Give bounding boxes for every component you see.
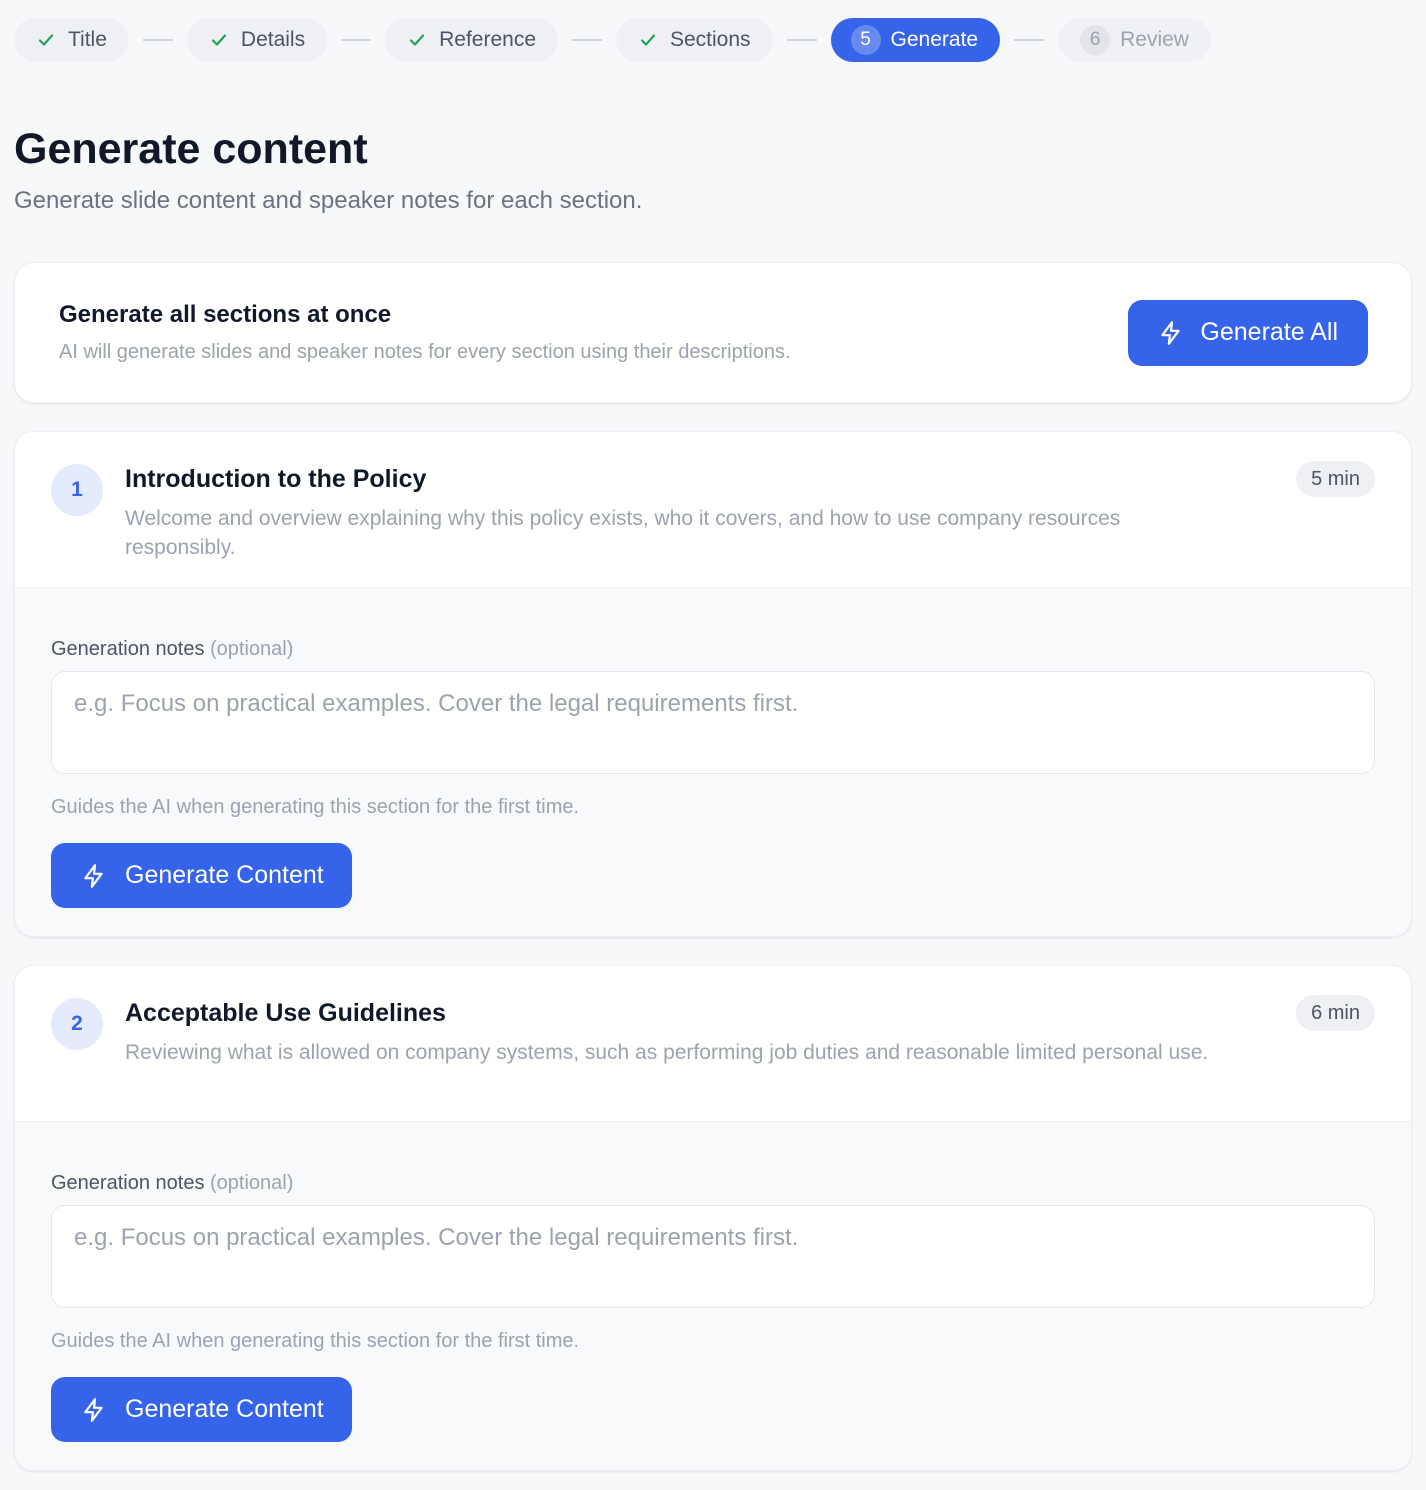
page-subtitle: Generate slide content and speaker notes… xyxy=(14,187,643,215)
step-separator xyxy=(572,39,602,41)
generate-all-card: Generate all sections at once AI will ge… xyxy=(14,262,1412,404)
notes-optional: (optional) xyxy=(210,1172,294,1195)
step-number: 6 xyxy=(1080,25,1111,55)
notes-label-text: Generation notes xyxy=(51,638,205,661)
step-separator xyxy=(1014,39,1045,41)
notes-optional: (optional) xyxy=(210,638,294,661)
generate-all-description: AI will generate slides and speaker note… xyxy=(59,341,791,364)
lightning-bolt-icon xyxy=(1161,320,1181,345)
generation-notes-input[interactable] xyxy=(51,671,1375,775)
section-card: 1 Introduction to the Policy Welcome and… xyxy=(14,431,1412,938)
step-title[interactable]: Title xyxy=(14,18,129,62)
section-title: Introduction to the Policy xyxy=(125,465,427,494)
notes-help-text: Guides the AI when generating this secti… xyxy=(51,796,580,819)
notes-help-text: Guides the AI when generating this secti… xyxy=(51,1330,580,1353)
lightning-bolt-icon xyxy=(84,1397,103,1422)
step-label: Review xyxy=(1120,28,1189,51)
generate-all-text: Generate all sections at once AI will ge… xyxy=(59,301,791,364)
step-review[interactable]: 6 Review xyxy=(1058,18,1211,62)
section-description: Welcome and overview explaining why this… xyxy=(125,507,1121,560)
notes-label: Generation notes (optional) xyxy=(51,638,1375,661)
step-separator xyxy=(341,39,372,41)
step-separator xyxy=(142,39,173,41)
step-reference[interactable]: Reference xyxy=(385,18,558,62)
section-text: Introduction to the Policy Welcome and o… xyxy=(125,462,1235,587)
generate-all-title: Generate all sections at once xyxy=(59,301,392,329)
notes-label-text: Generation notes xyxy=(51,1172,205,1195)
duration-badge: 5 min xyxy=(1296,461,1375,498)
step-separator xyxy=(786,39,817,41)
step-label: Sections xyxy=(670,28,751,51)
step-generate[interactable]: 5 Generate xyxy=(830,18,1001,62)
section-body: Generation notes (optional) Guides the A… xyxy=(15,1122,1411,1471)
step-label: Reference xyxy=(439,28,536,51)
section-description: Reviewing what is allowed on company sys… xyxy=(125,1041,1209,1065)
generate-all-button-label: Generate All xyxy=(1200,318,1338,347)
step-sections[interactable]: Sections xyxy=(616,18,773,62)
generate-content-button-label: Generate Content xyxy=(125,861,324,890)
page: Title Details Reference Sections 5 Gener… xyxy=(0,0,1426,1490)
generate-all-button[interactable]: Generate All xyxy=(1128,299,1368,366)
section-header: 2 Acceptable Use Guidelines Reviewing wh… xyxy=(15,966,1411,1123)
duration-badge: 6 min xyxy=(1296,995,1375,1032)
check-icon xyxy=(407,30,427,50)
step-label: Details xyxy=(240,28,306,51)
check-icon xyxy=(638,30,658,50)
step-label: Generate xyxy=(890,28,979,51)
section-number: 1 xyxy=(51,464,103,517)
generation-notes-input[interactable] xyxy=(51,1205,1375,1309)
step-label: Title xyxy=(68,28,107,51)
page-title: Generate content xyxy=(14,125,368,173)
generate-content-button[interactable]: Generate Content xyxy=(51,843,352,909)
notes-label: Generation notes (optional) xyxy=(51,1172,1375,1195)
stepper: Title Details Reference Sections 5 Gener… xyxy=(14,0,1412,80)
section-header: 1 Introduction to the Policy Welcome and… xyxy=(15,432,1411,589)
section-body: Generation notes (optional) Guides the A… xyxy=(15,588,1411,937)
section-text: Acceptable Use Guidelines Reviewing what… xyxy=(125,996,1235,1121)
generate-content-button-label: Generate Content xyxy=(125,1395,324,1424)
lightning-bolt-icon xyxy=(84,863,103,888)
generate-content-button[interactable]: Generate Content xyxy=(51,1377,352,1443)
section-title: Acceptable Use Guidelines xyxy=(125,999,446,1028)
section-number: 2 xyxy=(51,998,103,1051)
step-number: 5 xyxy=(850,25,881,55)
check-icon xyxy=(36,30,56,50)
check-icon xyxy=(209,30,229,50)
step-details[interactable]: Details xyxy=(186,18,328,62)
section-card: 2 Acceptable Use Guidelines Reviewing wh… xyxy=(14,965,1412,1472)
